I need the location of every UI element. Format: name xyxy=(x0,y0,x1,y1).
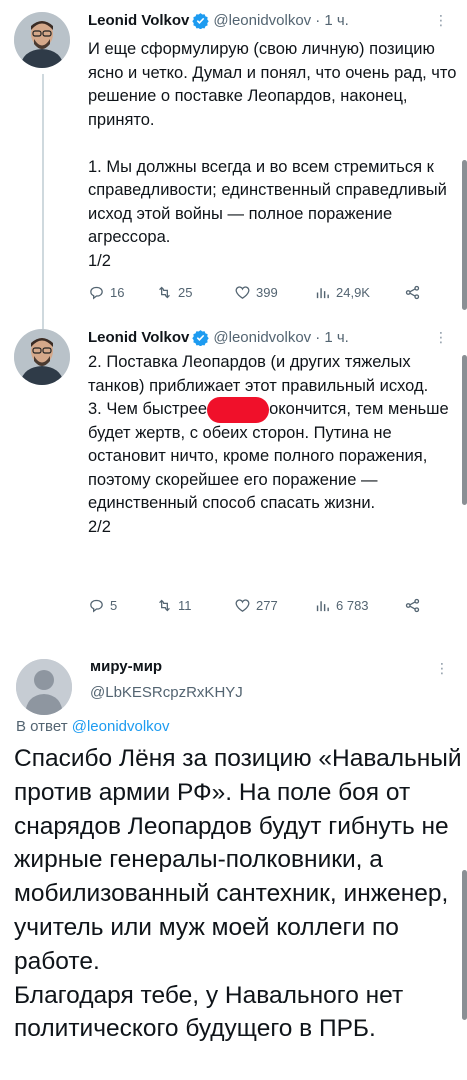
default-profile-icon xyxy=(16,659,72,715)
tweet-time[interactable]: · 1 ч. xyxy=(315,329,349,346)
reply-author-handle[interactable]: @LbKESRcpzRxKHYJ xyxy=(90,684,243,701)
replying-to-link[interactable]: @leonidvolkov xyxy=(72,718,170,735)
like-icon xyxy=(235,286,250,299)
views-icon xyxy=(316,288,329,299)
verified-badge-icon xyxy=(192,329,210,346)
share-icon xyxy=(405,598,420,613)
like-button[interactable]: 399 xyxy=(234,284,314,301)
replying-to: В ответ @leonidvolkov xyxy=(16,718,170,735)
tweet-text-content: И еще сформулирую (свою личную) позицию … xyxy=(88,40,457,270)
scrollbar[interactable] xyxy=(462,160,467,310)
reply-text: Спасибо Лёня за позицию «Навальный проти… xyxy=(14,742,462,1046)
like-count: 277 xyxy=(256,598,278,613)
more-icon[interactable]: ⋮ xyxy=(434,12,449,29)
tweet-time[interactable]: · 1 ч. xyxy=(315,12,349,29)
retweet-count: 25 xyxy=(178,285,193,300)
tweet-text-content: 2. Поставка Леопардов (и других тяжелых … xyxy=(88,351,460,539)
reply-icon xyxy=(90,286,103,300)
avatar[interactable] xyxy=(14,12,70,68)
tweet-header: Leonid Volkov @leonidvolkov · 1 ч. xyxy=(88,12,349,29)
retweet-icon xyxy=(159,599,170,612)
views-icon xyxy=(316,601,329,612)
redaction-mark xyxy=(207,396,270,423)
like-count: 399 xyxy=(256,285,278,300)
reply-author-name[interactable]: миру-мир xyxy=(90,658,162,675)
views-count: 24,9K xyxy=(336,285,370,300)
share-button[interactable] xyxy=(404,284,421,301)
tweet-text: 2. Поставка Леопардов (и других тяжелых … xyxy=(88,351,460,539)
retweet-icon xyxy=(159,286,170,299)
tweet-1[interactable]: Leonid Volkov @leonidvolkov · 1 ч. ⋮ И е… xyxy=(0,8,467,330)
like-icon xyxy=(235,599,250,612)
verified-badge-icon xyxy=(192,12,210,29)
author-handle[interactable]: @leonidvolkov xyxy=(213,329,311,346)
share-icon xyxy=(405,285,420,300)
retweet-button[interactable]: 11 xyxy=(156,597,234,614)
replying-prefix: В ответ xyxy=(16,718,68,735)
views-button[interactable]: 24,9K xyxy=(314,284,404,301)
retweet-count: 11 xyxy=(178,598,192,613)
tweet-text: И еще сформулирую (свою личную) позицию … xyxy=(88,38,460,273)
views-button[interactable]: 6 783 xyxy=(314,597,404,614)
tweet-text-part-b: окончится, тем меньше будет жертв, с обе… xyxy=(88,400,449,536)
retweet-button[interactable]: 25 xyxy=(156,284,234,301)
author-photo xyxy=(14,12,70,68)
author-name[interactable]: Leonid Volkov xyxy=(88,329,189,346)
avatar[interactable] xyxy=(14,329,70,385)
more-icon[interactable]: ⋮ xyxy=(434,329,449,346)
reply-text-content: Спасибо Лёня за позицию «Навальный проти… xyxy=(14,745,462,1043)
author-photo xyxy=(14,329,70,385)
default-avatar[interactable] xyxy=(16,659,72,715)
share-button[interactable] xyxy=(404,597,421,614)
tweet-actions: 16 25 399 24,9K xyxy=(88,284,421,301)
author-name[interactable]: Leonid Volkov xyxy=(88,12,189,29)
scrollbar[interactable] xyxy=(462,870,467,1020)
reply-count: 16 xyxy=(110,285,125,300)
thread-line xyxy=(42,74,44,330)
reply-icon xyxy=(90,599,103,613)
reply-button[interactable]: 5 xyxy=(88,597,156,614)
reply-count: 5 xyxy=(110,598,118,613)
tweet-actions: 5 11 277 6 783 xyxy=(88,597,421,614)
reply-button[interactable]: 16 xyxy=(88,284,156,301)
tweet-2[interactable]: Leonid Volkov @leonidvolkov · 1 ч. ⋮ 2. … xyxy=(0,325,467,625)
like-button[interactable]: 277 xyxy=(234,597,314,614)
views-count: 6 783 xyxy=(336,598,369,613)
scrollbar[interactable] xyxy=(462,355,467,505)
more-icon[interactable]: ⋮ xyxy=(435,660,449,677)
author-handle[interactable]: @leonidvolkov xyxy=(213,12,311,29)
tweet-header: Leonid Volkov @leonidvolkov · 1 ч. xyxy=(88,329,349,346)
